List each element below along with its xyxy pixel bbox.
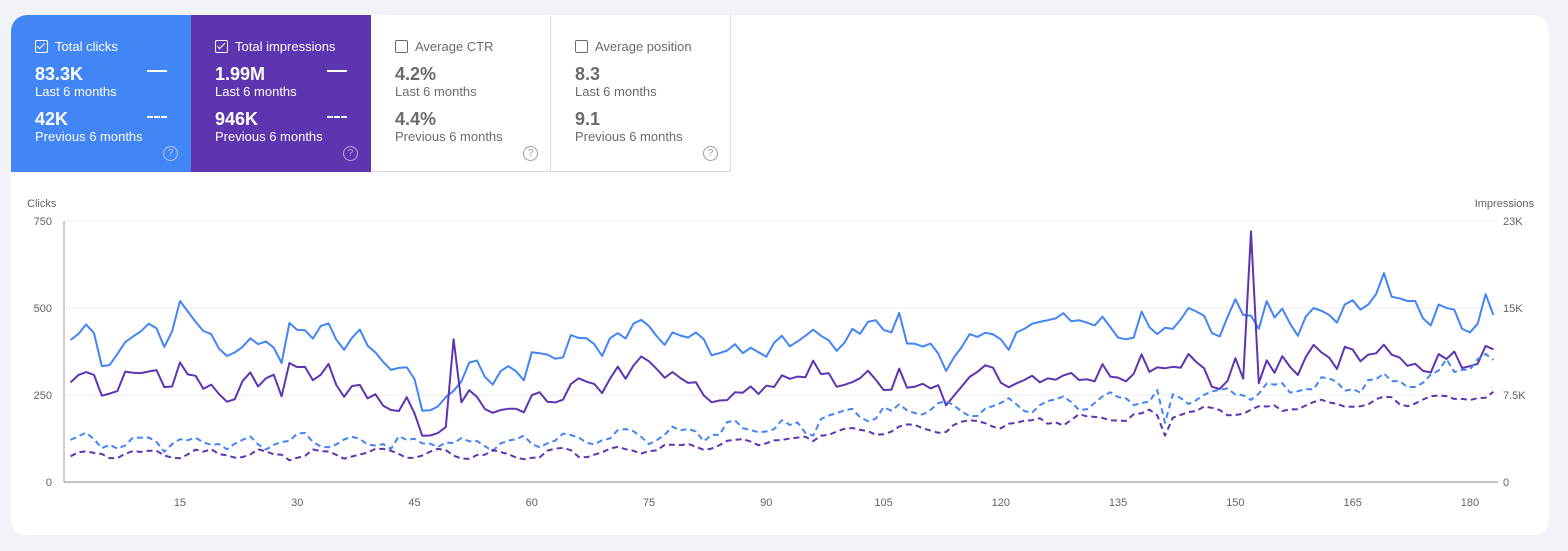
y2-tick-label: 0 [1503, 477, 1509, 489]
performance-chart[interactable]: 0 0 250 7.5K 500 15K 750 23K Clicks Impressions 15… [11, 15, 1549, 535]
x-tick-label: 120 [992, 497, 1010, 509]
performance-card: Total clicks 83.3K Last 6 months 42K Pre… [11, 15, 1549, 535]
y-tick-label: 750 [34, 216, 52, 228]
y2-tick-label: 7.5K [1503, 390, 1526, 402]
y-tick-label: 250 [34, 390, 52, 402]
x-tick-label: 90 [760, 497, 772, 509]
x-tick-label: 30 [291, 497, 303, 509]
x-tick-label: 60 [526, 497, 538, 509]
y-axis-title: Clicks [27, 198, 57, 210]
x-tick-label: 150 [1226, 497, 1244, 509]
series-line-impressions-previous-6-months [70, 391, 1495, 462]
x-tick-label: 135 [1109, 497, 1127, 509]
y2-tick-label: 23K [1503, 216, 1523, 228]
x-tick-label: 165 [1343, 497, 1361, 509]
x-tick-label: 105 [874, 497, 892, 509]
x-tick-label: 75 [643, 497, 655, 509]
y2-axis-title: Impressions [1475, 198, 1535, 210]
series-line-clicks-previous-6-months [70, 352, 1495, 453]
x-tick-label: 180 [1461, 497, 1479, 509]
y2-tick-label: 15K [1503, 303, 1523, 315]
y-tick-label: 0 [46, 477, 52, 489]
series-line-impressions-last-6-months [69, 230, 1494, 437]
x-tick-label: 45 [408, 497, 420, 509]
x-tick-label: 15 [174, 497, 186, 509]
y-tick-label: 500 [34, 303, 52, 315]
